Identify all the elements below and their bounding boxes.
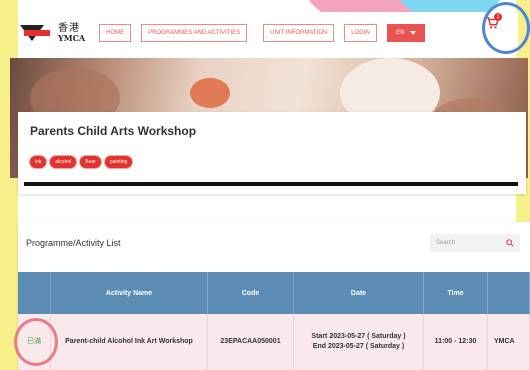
highlight-circle-status bbox=[14, 318, 58, 366]
nav-home-button[interactable]: HOME bbox=[99, 24, 132, 42]
activity-name-cell[interactable]: Parent-child Alcohol Ink Art Workshop bbox=[51, 314, 208, 370]
tag-alcohol[interactable]: alcohol bbox=[50, 156, 77, 168]
search-placeholder: Search bbox=[436, 240, 456, 246]
list-title: Programme/Activity List bbox=[26, 238, 121, 248]
date-cell: Start 2023-05-27 ( Saturday ) End 2023-0… bbox=[294, 314, 424, 370]
ymca-logo-icon bbox=[20, 22, 54, 44]
tag-ink[interactable]: ink bbox=[30, 156, 47, 168]
table-row[interactable]: 已滿 Parent-child Alcohol Ink Art Workshop… bbox=[18, 314, 530, 370]
background-decoration-left bbox=[0, 0, 18, 370]
search-input[interactable]: Search bbox=[430, 234, 520, 252]
code-cell: 23EPACAA050001 bbox=[208, 314, 294, 370]
ymca-logo[interactable]: 香港 YMCA bbox=[20, 22, 85, 44]
nav-unit-info-button[interactable]: UNIT INFORMATION bbox=[263, 24, 335, 42]
language-selector[interactable]: EN bbox=[386, 24, 425, 42]
language-label: EN bbox=[396, 30, 405, 36]
column-header-date[interactable]: Date bbox=[294, 272, 424, 314]
tag-list: ink alcohol Bear painting bbox=[30, 156, 136, 168]
activity-title: Parents Child Arts Workshop bbox=[30, 124, 197, 138]
chevron-down-icon bbox=[409, 31, 416, 35]
highlight-circle-cart bbox=[482, 2, 530, 54]
tag-painting[interactable]: painting bbox=[104, 156, 133, 168]
site-header: 香港 YMCA HOME PROGRAMMES AND ACTIVITIES U… bbox=[18, 12, 518, 54]
nav-login-button[interactable]: LOGIN bbox=[344, 24, 377, 42]
column-header-unit bbox=[488, 272, 530, 314]
tag-bear[interactable]: Bear bbox=[80, 156, 101, 168]
date-end: End 2023-05-27 ( Saturday ) bbox=[312, 343, 405, 350]
column-header-activity-name[interactable]: Activity Name bbox=[51, 272, 208, 314]
table-header: Activity Name Code Date Time bbox=[18, 272, 530, 314]
column-header-code[interactable]: Code bbox=[208, 272, 294, 314]
activity-list-panel: Programme/Activity List Search Activity … bbox=[18, 222, 530, 370]
date-start: Start 2023-05-27 ( Saturday ) bbox=[311, 332, 406, 340]
nav-programmes-button[interactable]: PROGRAMMES AND ACTIVITIES bbox=[141, 24, 248, 42]
logo-english-text: YMCA bbox=[58, 33, 86, 43]
activity-info-card: Parents Child Arts Workshop ink alcohol … bbox=[18, 112, 526, 194]
unit-cell: YMCA bbox=[488, 314, 530, 370]
redaction-bar bbox=[24, 182, 518, 186]
column-header-status bbox=[18, 272, 51, 314]
search-icon[interactable] bbox=[506, 239, 514, 247]
column-header-time[interactable]: Time bbox=[424, 272, 488, 314]
time-cell: 11:00 - 12:30 bbox=[424, 314, 488, 370]
